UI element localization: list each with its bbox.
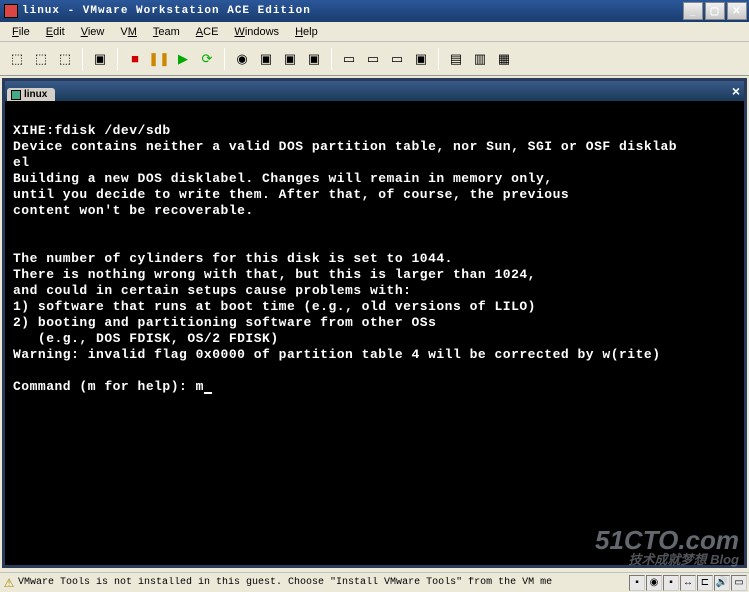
stop-icon[interactable]: ■	[124, 48, 146, 70]
snapshot-revert-icon[interactable]: ▣	[279, 48, 301, 70]
play-icon[interactable]: ▶	[172, 48, 194, 70]
tab-close-icon[interactable]: ×	[732, 83, 740, 99]
menu-edit[interactable]: Edit	[38, 24, 73, 40]
vm-tab-label: linux	[24, 89, 47, 100]
toolbar-separator	[438, 48, 439, 70]
display-icon[interactable]: ▭	[731, 575, 747, 591]
menu-vm-key: M	[128, 26, 137, 38]
guest-console[interactable]: XIHE:fdisk /dev/sdb Device contains neit…	[5, 101, 744, 565]
toolbar-separator	[82, 48, 83, 70]
unity-icon[interactable]: ▭	[362, 48, 384, 70]
menu-help-key: H	[295, 26, 303, 38]
console-view-icon[interactable]: ▭	[386, 48, 408, 70]
snapshot-icon[interactable]: ◉	[231, 48, 253, 70]
vm-tab-bar: linux ×	[5, 81, 744, 101]
menu-windows-key: W	[234, 26, 244, 38]
sound-icon[interactable]: 🔊	[714, 575, 730, 591]
pause-icon[interactable]: ❚❚	[148, 48, 170, 70]
menu-view[interactable]: View	[73, 24, 113, 40]
vm-frame: linux × XIHE:fdisk /dev/sdb Device conta…	[2, 78, 747, 568]
screenshot-icon[interactable]: ▣	[89, 48, 111, 70]
suspend-icon[interactable]: ⬚	[30, 48, 52, 70]
show-sidebar-icon[interactable]: ▤	[445, 48, 467, 70]
menu-bar: File Edit View VM Team ACE Windows Help	[0, 22, 749, 42]
network-icon[interactable]: ↔	[680, 575, 696, 591]
menu-file-key: F	[12, 26, 19, 38]
window-title: linux - VMware Workstation ACE Edition	[22, 5, 683, 17]
status-bar: ⚠ VMware Tools is not installed in this …	[0, 572, 749, 592]
power-off-icon[interactable]: ⬚	[6, 48, 28, 70]
window-controls: _ ▢ ✕	[683, 2, 747, 20]
title-bar: linux - VMware Workstation ACE Edition _…	[0, 0, 749, 22]
minimize-button[interactable]: _	[683, 2, 703, 20]
text-cursor	[204, 392, 212, 394]
menu-vm[interactable]: VM	[112, 24, 145, 40]
toolbar-separator	[117, 48, 118, 70]
menu-ace[interactable]: ACE	[188, 24, 227, 40]
quick-switch-icon[interactable]: ▦	[493, 48, 515, 70]
snapshot-manager-icon[interactable]: ▣	[255, 48, 277, 70]
terminal-output: XIHE:fdisk /dev/sdb Device contains neit…	[13, 123, 677, 394]
warning-icon: ⚠	[2, 576, 16, 590]
hdd-icon[interactable]: ▪	[629, 575, 645, 591]
appliance-view-icon[interactable]: ▣	[410, 48, 432, 70]
toolbar-separator	[331, 48, 332, 70]
status-message: VMware Tools is not installed in this gu…	[18, 577, 629, 588]
app-icon	[4, 4, 18, 18]
cdrom-icon[interactable]: ◉	[646, 575, 662, 591]
menu-windows[interactable]: Windows	[226, 24, 287, 40]
menu-team[interactable]: Team	[145, 24, 188, 40]
revert-icon[interactable]: ⬚	[54, 48, 76, 70]
fullscreen-icon[interactable]: ▭	[338, 48, 360, 70]
maximize-button[interactable]: ▢	[705, 2, 725, 20]
show-toolbar-icon[interactable]: ▥	[469, 48, 491, 70]
menu-edit-key: E	[46, 26, 53, 38]
floppy-icon[interactable]: ▪	[663, 575, 679, 591]
toolbar: ⬚ ⬚ ⬚ ▣ ■ ❚❚ ▶ ⟳ ◉ ▣ ▣ ▣ ▭ ▭ ▭ ▣ ▤ ▥ ▦	[0, 42, 749, 76]
menu-file[interactable]: File	[4, 24, 38, 40]
vm-tab-icon	[11, 90, 21, 100]
toolbar-separator	[224, 48, 225, 70]
close-button[interactable]: ✕	[727, 2, 747, 20]
snapshot-take-icon[interactable]: ▣	[303, 48, 325, 70]
usb-icon[interactable]: ⊏	[697, 575, 713, 591]
vm-tab-linux[interactable]: linux	[7, 88, 55, 101]
device-tray: ▪ ◉ ▪ ↔ ⊏ 🔊 ▭	[629, 575, 747, 591]
menu-view-key: V	[81, 26, 88, 38]
cycle-icon[interactable]: ⟳	[196, 48, 218, 70]
menu-help[interactable]: Help	[287, 24, 326, 40]
